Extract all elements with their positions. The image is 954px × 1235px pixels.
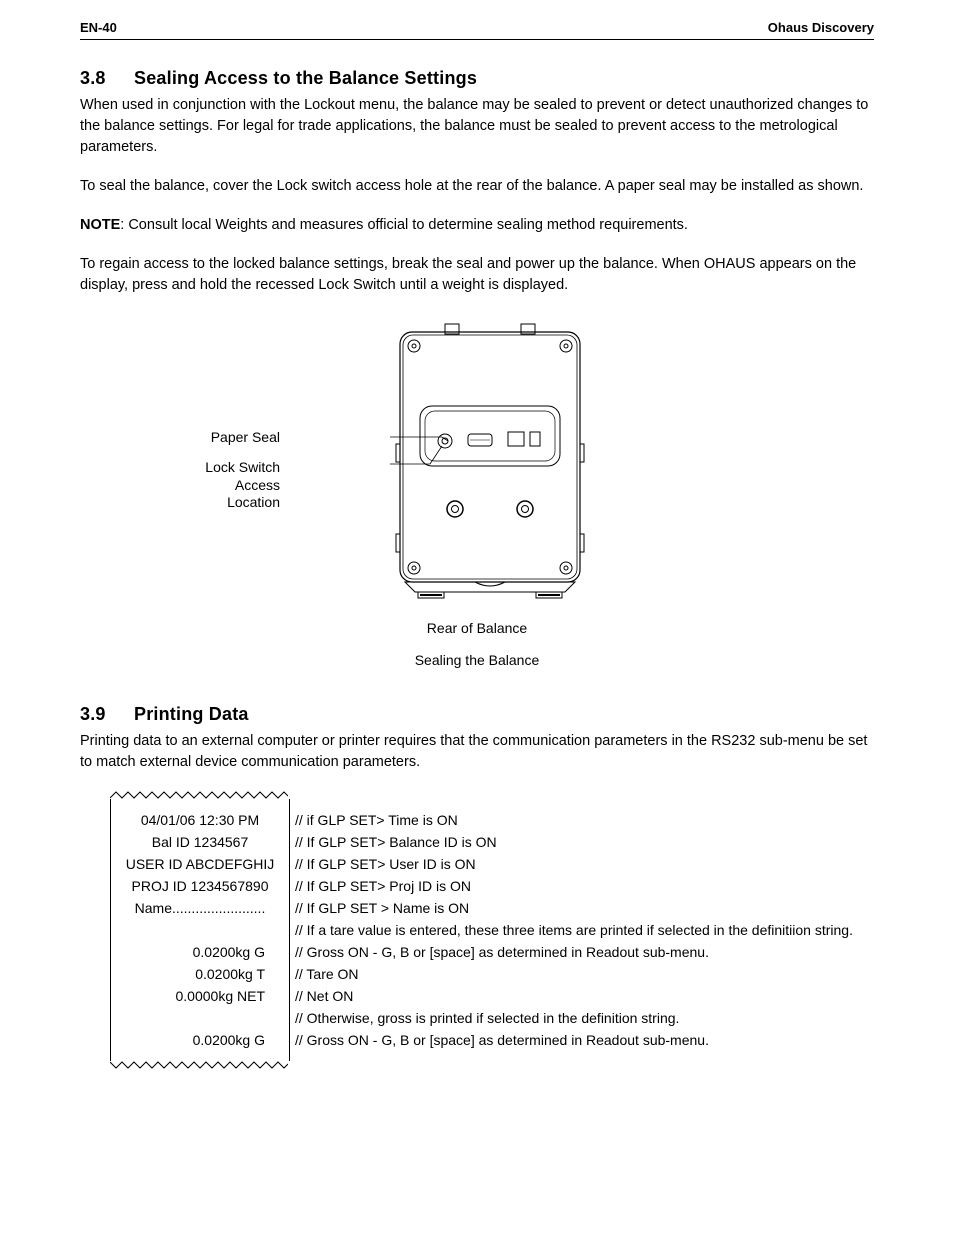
callout-lock-switch: Lock Switch Access Location bbox=[180, 459, 280, 512]
heading-3-9: 3.9Printing Data bbox=[80, 704, 874, 725]
receipt-line bbox=[115, 919, 285, 941]
note-label: NOTE bbox=[80, 217, 120, 233]
explain-line: // If GLP SET> Balance ID is ON bbox=[295, 831, 874, 853]
balance-rear-diagram bbox=[390, 314, 590, 604]
explain-line: // If GLP SET > Name is ON bbox=[295, 897, 874, 919]
header-right: Ohaus Discovery bbox=[768, 20, 874, 35]
heading-3-8-num: 3.8 bbox=[80, 68, 134, 89]
explain-line: // If GLP SET> Proj ID is ON bbox=[295, 875, 874, 897]
para-3-8-3: To regain access to the locked balance s… bbox=[80, 254, 874, 296]
page: EN-40 Ohaus Discovery 3.8Sealing Access … bbox=[0, 0, 954, 1109]
callout-lock-switch-line2: Access Location bbox=[227, 477, 280, 511]
receipt-line: 0.0200kg G bbox=[115, 941, 285, 963]
explain-line: // Gross ON - G, B or [space] as determi… bbox=[295, 1029, 874, 1051]
receipt-line: 04/01/06 12:30 PM bbox=[115, 809, 285, 831]
note-text: : Consult local Weights and measures off… bbox=[120, 217, 688, 233]
receipt-zigzag-top-icon bbox=[110, 791, 288, 799]
explain-line: // if GLP SET> Time is ON bbox=[295, 809, 874, 831]
receipt-column: 04/01/06 12:30 PMBal ID 1234567USER ID A… bbox=[110, 799, 290, 1061]
receipt-line: 0.0200kg T bbox=[115, 963, 285, 985]
receipt-line bbox=[115, 1007, 285, 1029]
explain-line: // Otherwise, gross is printed if select… bbox=[295, 1007, 874, 1029]
para-3-9-1: Printing data to an external computer or… bbox=[80, 731, 874, 773]
receipt-line: Bal ID 1234567 bbox=[115, 831, 285, 853]
receipt-zigzag-bottom-icon bbox=[110, 1061, 288, 1069]
para-3-8-2: To seal the balance, cover the Lock swit… bbox=[80, 176, 874, 197]
para-3-8-note: NOTE: Consult local Weights and measures… bbox=[80, 215, 874, 236]
callout-lock-switch-line1: Lock Switch bbox=[205, 459, 280, 475]
callout-paper-seal: Paper Seal bbox=[200, 429, 280, 447]
explain-line: // Net ON bbox=[295, 985, 874, 1007]
receipt-line: 0.0000kg NET bbox=[115, 985, 285, 1007]
explain-line: // If GLP SET> User ID is ON bbox=[295, 853, 874, 875]
heading-3-8: 3.8Sealing Access to the Balance Setting… bbox=[80, 68, 874, 89]
page-header: EN-40 Ohaus Discovery bbox=[80, 20, 874, 40]
figure-caption-2: Sealing the Balance bbox=[80, 652, 874, 668]
receipt-line: USER ID ABCDEFGHIJ bbox=[115, 853, 285, 875]
explain-line: // Gross ON - G, B or [space] as determi… bbox=[295, 941, 874, 963]
receipt-line: 0.0200kg G bbox=[115, 1029, 285, 1051]
header-left: EN-40 bbox=[80, 20, 117, 35]
explain-line: // If a tare value is entered, these thr… bbox=[295, 919, 874, 941]
printout-example: 04/01/06 12:30 PMBal ID 1234567USER ID A… bbox=[80, 791, 874, 1069]
receipt-line: Name........................ bbox=[115, 897, 285, 919]
figure-caption-1: Rear of Balance bbox=[80, 620, 874, 636]
heading-3-9-num: 3.9 bbox=[80, 704, 134, 725]
heading-3-9-title: Printing Data bbox=[134, 704, 249, 724]
explain-line: // Tare ON bbox=[295, 963, 874, 985]
receipt-line: PROJ ID 1234567890 bbox=[115, 875, 285, 897]
figure-rear-balance: Paper Seal Lock Switch Access Location bbox=[80, 314, 874, 674]
heading-3-8-title: Sealing Access to the Balance Settings bbox=[134, 68, 477, 88]
para-3-8-1: When used in conjunction with the Lockou… bbox=[80, 95, 874, 158]
explanation-column: // if GLP SET> Time is ON// If GLP SET> … bbox=[295, 799, 874, 1061]
